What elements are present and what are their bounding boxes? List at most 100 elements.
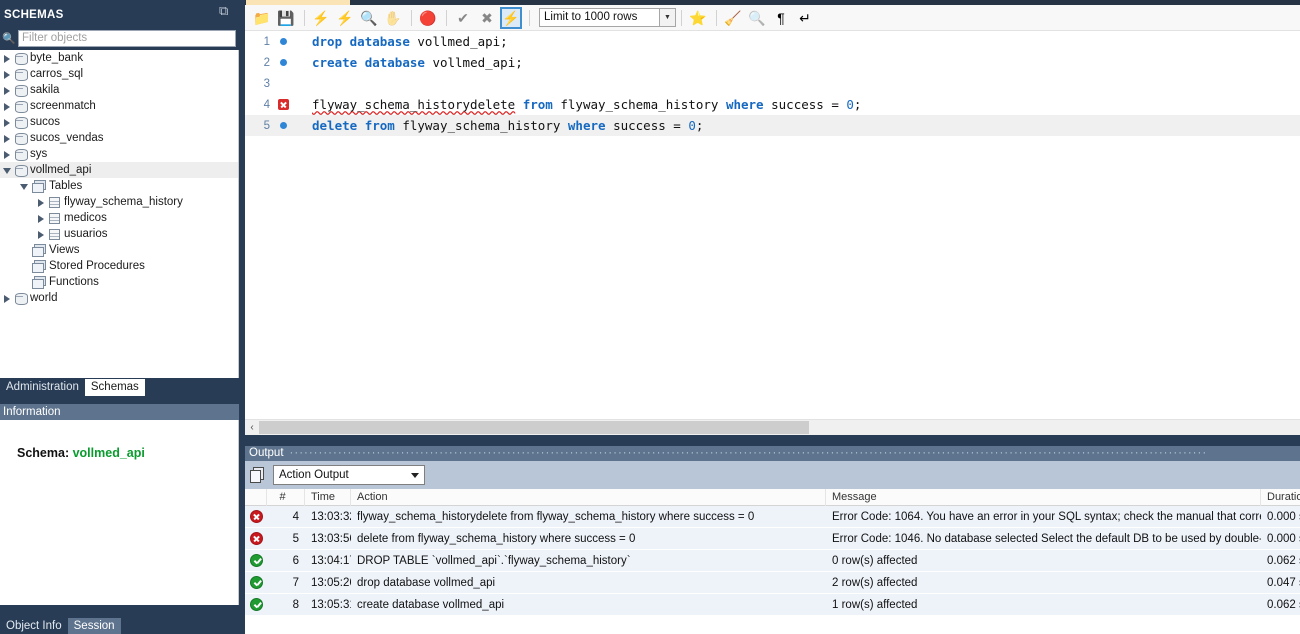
schema-info-line: Schema: vollmed_api bbox=[17, 446, 145, 460]
action-output-table[interactable]: #TimeActionMessageDuration / Fetc 4 13:03:… bbox=[245, 488, 1300, 616]
save-snippet-icon[interactable]: ⭐ bbox=[687, 7, 709, 29]
success-status-icon bbox=[245, 572, 267, 594]
line-number: 4 bbox=[263, 98, 270, 111]
output-table-row[interactable]: 7 13:05:26 drop database vollmed_api 2 row(… bbox=[245, 572, 1300, 594]
statement-marker-icon[interactable] bbox=[273, 38, 293, 45]
filter-objects-input[interactable] bbox=[18, 29, 236, 47]
execute-statement-icon[interactable]: ⚡ bbox=[310, 7, 332, 29]
line-number: 5 bbox=[263, 119, 270, 132]
chevron-right-icon[interactable] bbox=[3, 70, 12, 79]
rollback-transaction-icon[interactable]: ✖ bbox=[476, 7, 498, 29]
editor-line[interactable]: 2 create database vollmed_api; bbox=[245, 52, 1300, 73]
tree-node[interactable]: byte_bank bbox=[0, 50, 238, 66]
tree-node-label: sakila bbox=[30, 84, 60, 96]
chevron-right-icon[interactable] bbox=[3, 54, 12, 63]
tree-node[interactable]: Views bbox=[0, 242, 238, 258]
tree-node[interactable]: Functions bbox=[0, 274, 238, 290]
chevron-right-icon[interactable] bbox=[3, 150, 12, 159]
editor-line[interactable]: 5 delete from flyway_schema_history where… bbox=[245, 115, 1300, 136]
tree-node[interactable]: sys bbox=[0, 146, 238, 162]
beautify-sql-icon[interactable]: 🧹 bbox=[722, 7, 744, 29]
column-header[interactable]: Duration / Fetc bbox=[1261, 489, 1300, 506]
status-badge bbox=[249, 554, 263, 567]
tree-node[interactable]: Tables bbox=[0, 178, 238, 194]
tree-node-label: Views bbox=[49, 244, 80, 256]
chevron-right-icon[interactable] bbox=[37, 198, 46, 207]
chevron-down-icon[interactable] bbox=[20, 182, 29, 191]
chevron-right-icon[interactable] bbox=[3, 294, 12, 303]
execute-current-statement-icon[interactable]: ⚡ bbox=[334, 7, 356, 29]
folder-icon bbox=[32, 180, 46, 193]
explain-query-icon[interactable]: 🔍 bbox=[358, 7, 380, 29]
output-table-row[interactable]: 5 13:03:56 delete from flyway_schema_histo… bbox=[245, 528, 1300, 550]
commit-transaction-icon[interactable]: ✔ bbox=[452, 7, 474, 29]
scrollbar-thumb[interactable] bbox=[259, 421, 809, 434]
toggle-word-wrap-icon[interactable]: ↵ bbox=[794, 7, 816, 29]
statement-marker-icon[interactable] bbox=[273, 59, 293, 66]
column-header[interactable]: Action bbox=[351, 488, 826, 506]
statement-marker-icon[interactable] bbox=[273, 122, 293, 129]
column-header[interactable]: # bbox=[267, 488, 305, 506]
column-header[interactable] bbox=[245, 488, 267, 506]
tree-node[interactable]: screenmatch bbox=[0, 98, 238, 114]
column-header[interactable]: Time bbox=[305, 488, 351, 506]
toggle-invisible-chars-icon[interactable]: ¶ bbox=[770, 7, 792, 29]
find-icon[interactable]: 🔍 bbox=[746, 7, 768, 29]
row-limit-select[interactable]: Limit to 1000 rows ▼ bbox=[539, 8, 676, 27]
database-icon bbox=[15, 148, 28, 161]
open-sql-file-icon[interactable]: 📁 bbox=[251, 7, 273, 29]
row-time: 13:05:31 bbox=[311, 598, 351, 611]
error-marker-icon[interactable] bbox=[273, 99, 293, 110]
chevron-right-icon[interactable] bbox=[37, 230, 46, 239]
schema-tree[interactable]: byte_bank carros_sql sakila screenmatch suco… bbox=[0, 50, 239, 378]
tree-node[interactable]: flyway_schema_history bbox=[0, 194, 238, 210]
output-table-row[interactable]: 8 13:05:31 create database vollmed_api 1 ro… bbox=[245, 594, 1300, 616]
chevron-right-icon[interactable] bbox=[3, 118, 12, 127]
editor-line[interactable]: 4 flyway_schema_historydelete from flyway… bbox=[245, 94, 1300, 115]
bottom-tab-object-info[interactable]: Object Info bbox=[0, 618, 68, 634]
output-splitter[interactable] bbox=[245, 435, 1300, 446]
database-icon bbox=[15, 132, 28, 145]
row-time: 13:03:56 bbox=[311, 532, 351, 545]
tree-node[interactable]: carros_sql bbox=[0, 66, 238, 82]
scroll-left-icon[interactable]: ‹ bbox=[245, 422, 259, 433]
collapse-icon[interactable]: ⧉ bbox=[219, 4, 233, 17]
tree-node[interactable]: sucos bbox=[0, 114, 238, 130]
save-sql-file-icon[interactable]: 💾 bbox=[275, 7, 297, 29]
chevron-right-icon[interactable] bbox=[3, 102, 12, 111]
column-header[interactable]: Message bbox=[826, 488, 1261, 506]
row-duration: 0.062 sec bbox=[1267, 554, 1300, 567]
chevron-right-icon[interactable] bbox=[37, 214, 46, 223]
toggle-stop-on-error-icon[interactable]: 🔴 bbox=[417, 7, 439, 29]
database-icon bbox=[15, 52, 28, 65]
statement-marker-dot bbox=[279, 122, 287, 129]
toolbar-separator bbox=[716, 9, 717, 26]
error-status-icon bbox=[245, 528, 267, 550]
tree-node[interactable]: sucos_vendas bbox=[0, 130, 238, 146]
output-table-row[interactable]: 4 13:03:32 flyway_schema_historydelete fro… bbox=[245, 506, 1300, 528]
chevron-right-icon[interactable] bbox=[3, 86, 12, 95]
toggle-auto-commit-icon[interactable]: ⚡ bbox=[500, 6, 522, 29]
bottom-tab-session[interactable]: Session bbox=[67, 618, 121, 634]
editor-line-code: flyway_schema_historydelete from flyway_… bbox=[312, 97, 862, 112]
chevron-down-icon[interactable] bbox=[3, 166, 12, 175]
tree-node[interactable]: vollmed_api bbox=[0, 162, 238, 178]
output-table-row[interactable]: 6 13:04:17 DROP TABLE `vollmed_api`.`flywa… bbox=[245, 550, 1300, 572]
copy-rows-icon[interactable] bbox=[250, 467, 266, 483]
tree-node[interactable]: Stored Procedures bbox=[0, 258, 238, 274]
tree-node[interactable]: world bbox=[0, 290, 238, 306]
stop-execution-icon[interactable]: ✋ bbox=[382, 7, 404, 29]
sidebar-tab-administration[interactable]: Administration bbox=[0, 379, 85, 396]
editor-line[interactable]: 1 drop database vollmed_api; bbox=[245, 31, 1300, 52]
row-duration: 0.047 sec bbox=[1267, 576, 1300, 589]
editor-horizontal-scrollbar[interactable]: ‹ bbox=[245, 419, 1300, 435]
tree-node[interactable]: usuarios bbox=[0, 226, 238, 242]
editor-line[interactable]: 3 bbox=[245, 73, 1300, 94]
tree-node[interactable]: sakila bbox=[0, 82, 238, 98]
sidebar-tab-schemas[interactable]: Schemas bbox=[84, 379, 145, 396]
chevron-down-icon[interactable]: ▼ bbox=[659, 8, 676, 27]
output-view-select[interactable]: Action Output bbox=[273, 465, 425, 485]
sql-editor[interactable]: 1 drop database vollmed_api; 2 create datab… bbox=[245, 31, 1300, 419]
tree-node[interactable]: medicos bbox=[0, 210, 238, 226]
chevron-right-icon[interactable] bbox=[3, 134, 12, 143]
